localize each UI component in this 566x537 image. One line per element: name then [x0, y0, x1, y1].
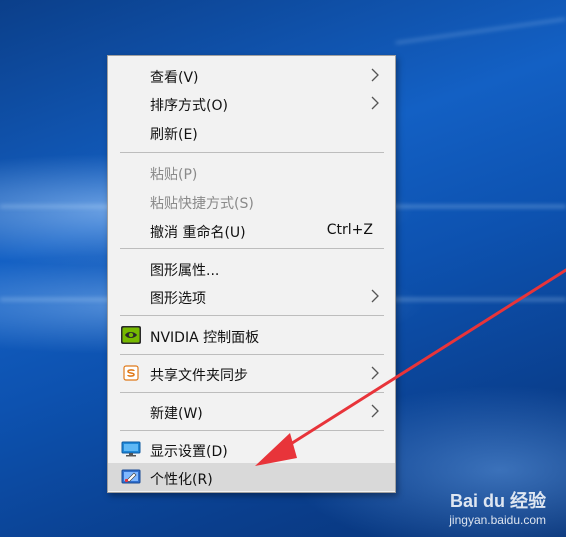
menu-item-sort[interactable]: 排序方式(O) [108, 89, 395, 117]
chevron-right-icon [371, 289, 379, 303]
menu-separator [120, 430, 384, 431]
menu-item-label: 排序方式(O) [150, 98, 228, 114]
menu-separator [120, 248, 384, 249]
sync-folder-icon [123, 365, 139, 381]
menu-item-label: 图形属性... [150, 263, 220, 279]
menu-item-paste-shortcut[interactable]: 粘贴快捷方式(S) [108, 187, 395, 215]
menu-item-display-settings[interactable]: 显示设置(D) [108, 435, 395, 463]
menu-item-label: 粘贴快捷方式(S) [150, 196, 254, 212]
menu-item-view[interactable]: 查看(V) [108, 61, 395, 89]
menu-item-label: 粘贴(P) [150, 167, 198, 183]
menu-item-nvidia-control-panel[interactable]: NVIDIA 控制面板 [108, 321, 395, 349]
baidu-watermark: Bai du 经验 jingyan.baidu.com [449, 487, 546, 527]
menu-item-new[interactable]: 新建(W) [108, 397, 395, 425]
menu-item-undo-rename[interactable]: 撤消 重命名(U) Ctrl+Z [108, 216, 395, 244]
menu-item-label: 撤消 重命名(U) [150, 225, 246, 241]
watermark-url: jingyan.baidu.com [449, 513, 546, 527]
menu-item-label: 个性化(R) [150, 472, 213, 488]
chevron-right-icon [371, 404, 379, 418]
menu-item-label: 刷新(E) [150, 127, 198, 143]
menu-item-graphics-options[interactable]: 图形选项 [108, 282, 395, 310]
chevron-right-icon [371, 366, 379, 380]
menu-item-label: 图形选项 [150, 291, 206, 307]
menu-item-refresh[interactable]: 刷新(E) [108, 118, 395, 146]
menu-item-label: NVIDIA 控制面板 [150, 330, 260, 346]
watermark-logo: Bai du 经验 [449, 491, 546, 511]
menu-item-label: 显示设置(D) [150, 444, 228, 460]
nvidia-icon [121, 326, 141, 344]
chevron-right-icon [371, 96, 379, 110]
menu-item-shortcut: Ctrl+Z [326, 222, 373, 238]
menu-item-paste[interactable]: 粘贴(P) [108, 158, 395, 186]
menu-item-graphics-properties[interactable]: 图形属性... [108, 254, 395, 282]
menu-item-label: 共享文件夹同步 [150, 368, 248, 384]
menu-item-label: 新建(W) [150, 406, 203, 422]
light-beam [395, 18, 566, 44]
menu-item-share-folder-sync[interactable]: 共享文件夹同步 [108, 359, 395, 387]
menu-item-personalize[interactable]: 个性化(R) [108, 463, 395, 491]
monitor-icon [121, 441, 141, 457]
desktop-context-menu: 查看(V) 排序方式(O) 刷新(E) 粘贴(P) 粘贴快捷方式(S) 撤消 重… [107, 55, 396, 493]
personalize-icon [121, 469, 141, 484]
menu-separator [120, 392, 384, 393]
menu-separator [120, 152, 384, 153]
menu-separator [120, 354, 384, 355]
menu-separator [120, 315, 384, 316]
menu-item-label: 查看(V) [150, 70, 199, 86]
chevron-right-icon [371, 68, 379, 82]
